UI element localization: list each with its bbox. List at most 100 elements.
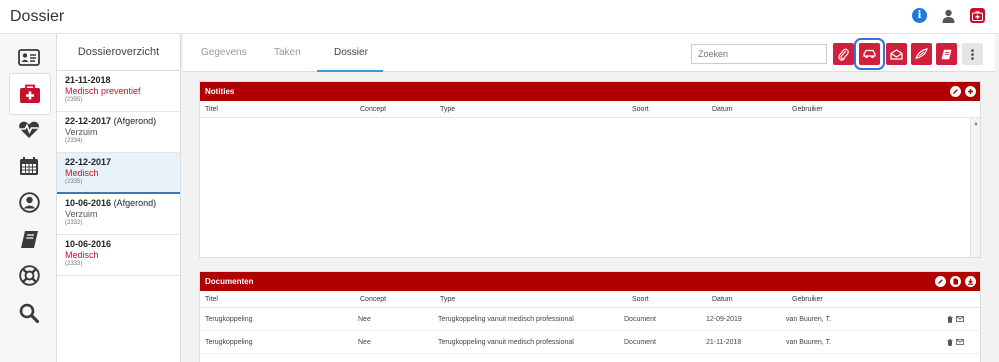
envelope-icon[interactable] [956,316,964,322]
envelope-icon[interactable] [956,339,964,345]
person-circle-icon[interactable] [17,190,41,214]
heartbeat-icon[interactable] [17,117,41,141]
cell-type: Terugkoppeling vanuit medisch profession… [438,339,574,346]
scroll-up-icon[interactable]: ▲ [973,121,979,127]
search-input[interactable] [691,44,827,64]
top-bar: Dossier i [0,0,999,34]
cell-titel: Terugkoppeling [205,316,253,323]
cell-titel: Terugkoppeling [205,339,253,346]
tab-gegevens[interactable]: Gegevens [201,47,247,58]
book-icon[interactable] [17,227,41,251]
tab-taken[interactable]: Taken [274,47,301,58]
item-date: 10-06-2016 [65,198,112,208]
document-button[interactable] [950,276,961,287]
list-item[interactable]: 10-06-2016 Medisch (2333) [57,235,180,276]
col-datum[interactable]: Datum [712,106,733,113]
feather-button[interactable] [911,43,932,65]
item-type: Medisch [65,250,99,260]
cell-gebruiker: van Buuren, T. [786,339,832,346]
item-type: Verzuim [65,209,98,219]
col-soort[interactable]: Soort [632,296,649,303]
item-status: (Afgerond) [113,116,157,126]
lifebuoy-icon[interactable] [17,263,41,287]
scrollbar[interactable]: ▲ [970,118,980,257]
dossier-list: Dossieroverzicht 21-11-2018 Medisch prev… [57,34,181,362]
documenten-header: Documenten [200,272,980,291]
add-button[interactable] [965,86,976,97]
edit-button[interactable] [950,86,961,97]
plus-icon [968,89,973,94]
cell-soort: Document [624,316,656,323]
paperclip-icon [838,48,849,61]
trash-icon[interactable] [947,316,953,323]
pencil-icon [953,89,958,94]
notities-header: Notities [200,82,980,101]
notities-panel: Notities Titel Concept Type Soort Datum … [199,81,981,258]
list-item[interactable]: 22-12-2017 (Afgerond) Verzuim (2334) [57,112,180,153]
active-tab-indicator [317,70,383,72]
list-item[interactable]: 21-11-2018 Medisch preventief (2395) [57,71,180,112]
more-vertical-icon [971,48,974,60]
document-icon [953,278,958,285]
car-icon [863,49,876,59]
calendar-icon[interactable] [17,154,41,178]
tab-bar: Gegevens Taken Dossier [183,34,995,72]
trash-icon[interactable] [947,339,953,346]
open-mail-button[interactable] [886,43,907,65]
medical-kit-icon[interactable] [9,73,51,115]
tab-dossier[interactable]: Dossier [334,47,368,58]
list-item[interactable]: 10-06-2016 (Afgerond) Verzuim (2332) [57,194,180,235]
col-gebruiker[interactable]: Gebruiker [792,296,823,303]
pencil-icon [938,279,943,284]
app-title: Dossier [10,8,65,25]
book-button[interactable] [936,43,957,65]
table-row[interactable]: Terugkoppeling Nee Terugkoppeling vanuit… [200,308,980,331]
item-status: (Afgerond) [113,198,157,208]
item-type: Medisch preventief [65,86,141,96]
more-options-button[interactable] [962,43,983,65]
cell-datum: 21-11-2018 [706,339,742,346]
table-header: Titel Concept Type Soort Datum Gebruiker [200,101,980,118]
col-soort[interactable]: Soort [632,106,649,113]
cell-gebruiker: van Buuren, T. [786,316,832,323]
cell-datum: 12-09-2019 [706,316,742,323]
download-icon [968,278,973,285]
item-date: 22-12-2017 [65,116,112,126]
documenten-panel: Documenten Titel Concept Type Soort Datu… [199,271,981,362]
cell-soort: Document [624,339,656,346]
download-button[interactable] [965,276,976,287]
col-type[interactable]: Type [440,296,455,303]
item-id: (2334) [65,138,83,144]
col-datum[interactable]: Datum [712,296,733,303]
item-date: 10-06-2016 [65,239,112,249]
table-header: Titel Concept Type Soort Datum Gebruiker [200,291,980,308]
table-row[interactable]: Terugkoppeling Nee Terugkoppeling vanuit… [200,331,980,354]
feather-icon [915,48,928,60]
id-card-icon[interactable] [17,45,41,69]
col-concept[interactable]: Concept [360,106,386,113]
medical-kit-icon[interactable] [970,8,985,23]
icon-sidebar [0,34,57,362]
item-id: (2395) [65,97,83,103]
col-titel[interactable]: Titel [205,106,218,113]
edit-button[interactable] [935,276,946,287]
car-button[interactable] [854,38,885,70]
col-type[interactable]: Type [440,106,455,113]
list-item-selected[interactable]: 22-12-2017 Medisch (2335) [57,153,180,194]
paperclip-button[interactable] [833,43,854,65]
search-icon[interactable] [17,301,41,325]
panel-title: Notities [205,87,235,96]
cell-concept: Nee [358,316,371,323]
col-titel[interactable]: Titel [205,296,218,303]
info-icon[interactable]: i [912,8,927,23]
col-concept[interactable]: Concept [360,296,386,303]
main-content: Gegevens Taken Dossier Notities [183,34,995,362]
col-gebruiker[interactable]: Gebruiker [792,106,823,113]
cell-type: Terugkoppeling vanuit medisch profession… [438,316,574,323]
item-id: (2332) [65,220,83,226]
item-id: (2335) [65,179,83,185]
list-header: Dossieroverzicht [57,34,180,71]
item-type: Medisch [65,168,99,178]
item-type: Verzuim [65,127,98,137]
user-icon[interactable] [941,8,956,23]
